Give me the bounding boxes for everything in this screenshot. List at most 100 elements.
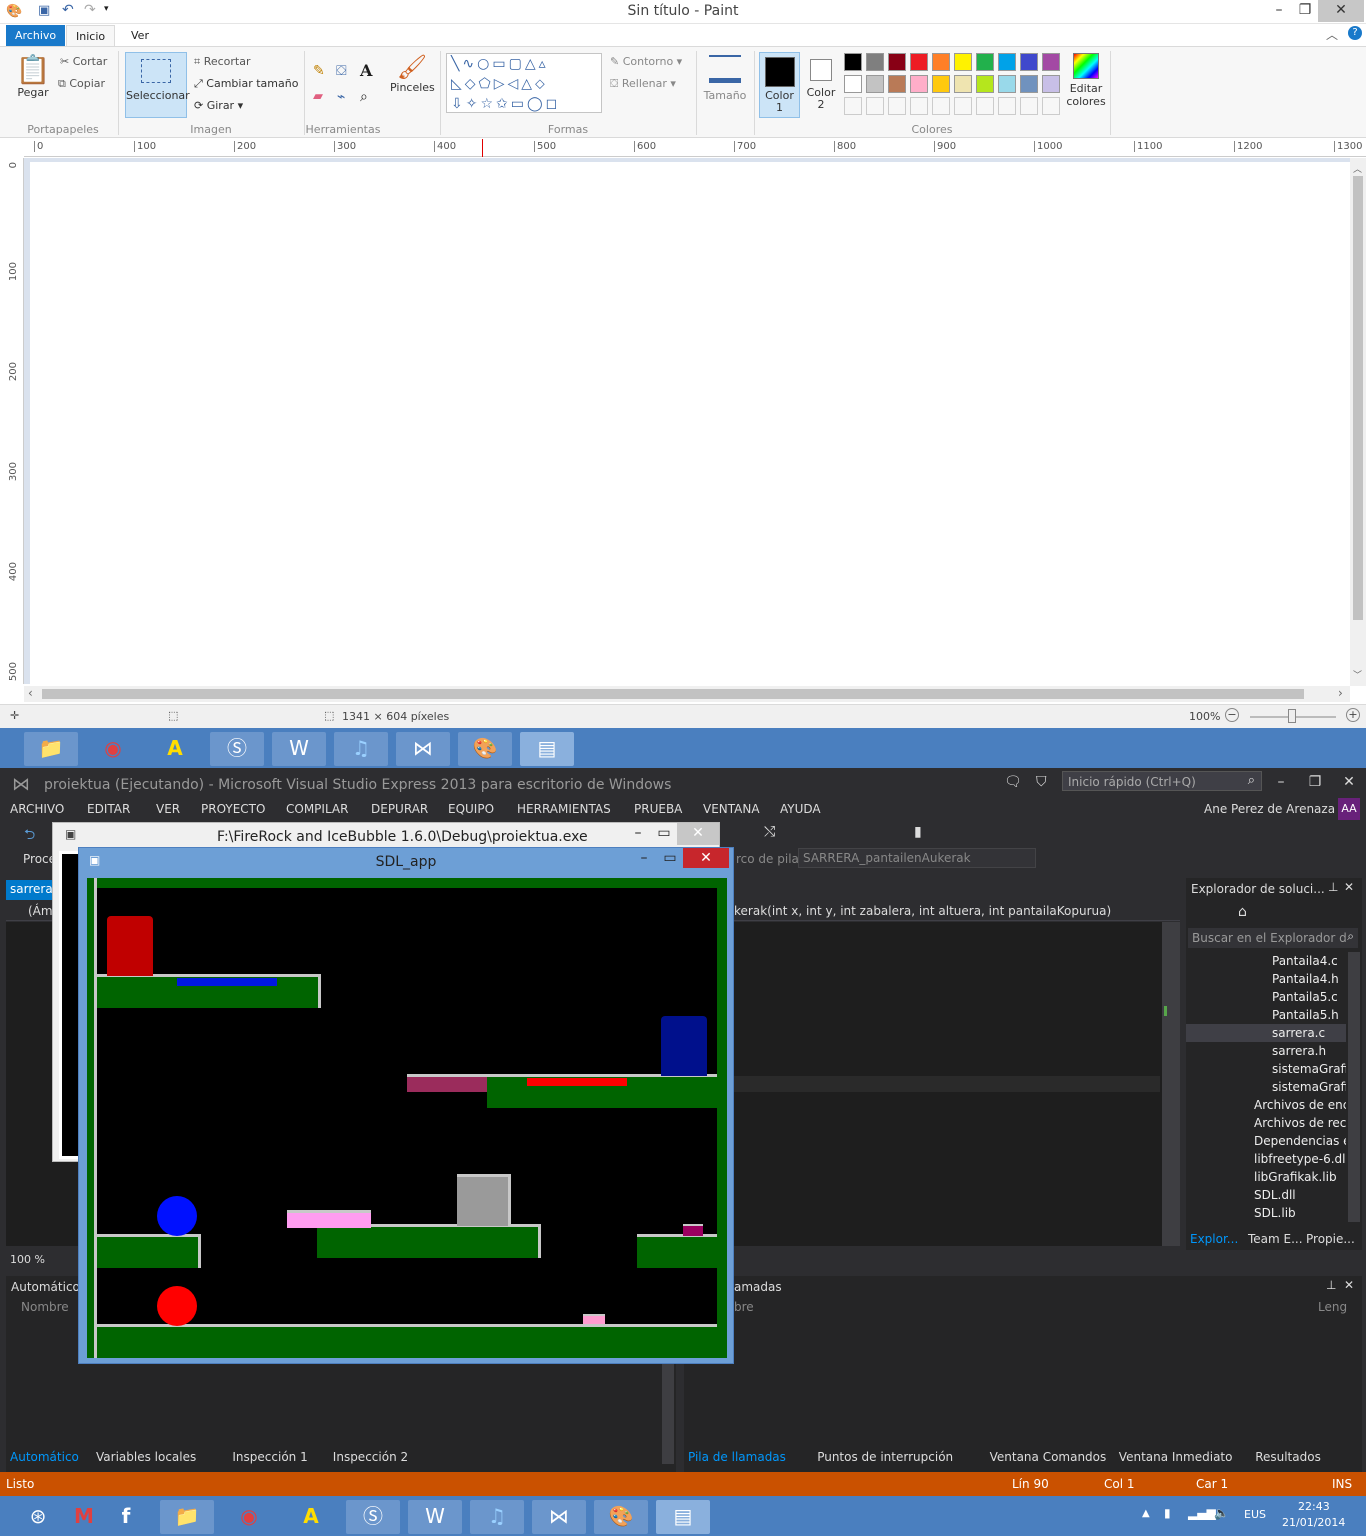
tree-item[interactable]: Pantaila5.c: [1186, 988, 1346, 1006]
paint-icon[interactable]: 🎨: [458, 732, 512, 766]
zoom-slider-thumb[interactable]: [1288, 709, 1296, 723]
solution-tab[interactable]: Team E...: [1248, 1232, 1303, 1246]
color-picker-icon[interactable]: ⌁: [337, 89, 345, 105]
tree-item[interactable]: sarrera.h: [1186, 1042, 1346, 1060]
show-hidden-icons[interactable]: ▲: [1142, 1508, 1150, 1519]
solution-tab[interactable]: Propie...: [1306, 1232, 1355, 1246]
stack-frame-dropdown[interactable]: SARRERA_pantailenAukerak: [798, 848, 1036, 868]
tree-item[interactable]: sistemaGrafik: [1186, 1078, 1346, 1096]
ribbon-collapse-icon[interactable]: ︿: [1326, 26, 1338, 43]
panel-tab[interactable]: Automático: [10, 1450, 79, 1464]
color2-button[interactable]: Color 2: [803, 52, 839, 118]
vs-close-button[interactable]: ✕: [1334, 772, 1364, 794]
chrome-icon[interactable]: ◉: [222, 1500, 276, 1534]
palette-swatch[interactable]: [1042, 75, 1060, 93]
menu-item[interactable]: COMPILAR: [286, 802, 348, 816]
palette-swatch[interactable]: [910, 75, 928, 93]
tree-item[interactable]: Archivos de enca: [1186, 1096, 1346, 1114]
empty-swatch[interactable]: [888, 97, 906, 115]
visual-studio-icon[interactable]: ⋈: [532, 1500, 586, 1534]
feedback-icon[interactable]: 🗨: [1004, 774, 1022, 790]
panel-tab[interactable]: Inspección 1: [232, 1450, 307, 1464]
palette-swatch[interactable]: [932, 75, 950, 93]
palette-swatch[interactable]: [998, 75, 1016, 93]
sdl-maximize-button[interactable]: ▭: [655, 848, 685, 870]
chrome-icon[interactable]: ◉: [86, 732, 140, 766]
menu-item[interactable]: DEPURAR: [371, 802, 428, 816]
size-button[interactable]: Tamaño: [702, 55, 748, 102]
panel-tab[interactable]: Variables locales: [96, 1450, 196, 1464]
menu-item[interactable]: AYUDA: [780, 802, 821, 816]
function-dropdown[interactable]: kerak(int x, int y, int zabalera, int al…: [734, 904, 1111, 918]
gmail-icon[interactable]: M: [64, 1500, 104, 1534]
empty-swatch[interactable]: [976, 97, 994, 115]
solution-tab[interactable]: Explor...: [1190, 1232, 1238, 1246]
home-icon[interactable]: ⌂: [1238, 904, 1247, 920]
menu-item[interactable]: VENTANA: [703, 802, 760, 816]
brushes-button[interactable]: 🖌 Pinceles: [390, 53, 435, 94]
power-icon[interactable]: ▮: [1164, 1506, 1171, 1520]
palette-swatch[interactable]: [866, 53, 884, 71]
itunes-icon[interactable]: ♫: [470, 1500, 524, 1534]
palette-swatch[interactable]: [976, 75, 994, 93]
palette-swatch[interactable]: [932, 53, 950, 71]
volume-icon[interactable]: 🔈: [1214, 1506, 1229, 1520]
filter-icon[interactable]: ⛉: [1036, 774, 1047, 790]
palette-swatch[interactable]: [910, 53, 928, 71]
tree-item[interactable]: sarrera.c: [1186, 1024, 1346, 1042]
solution-search-input[interactable]: Buscar en el Explorador d ⌕: [1188, 928, 1358, 948]
scroll-left-icon[interactable]: ‹: [28, 686, 33, 700]
palette-swatch[interactable]: [844, 53, 862, 71]
scroll-down-icon[interactable]: ﹀: [1353, 668, 1362, 681]
palette-swatch[interactable]: [1042, 53, 1060, 71]
close-button[interactable]: ✕: [1318, 0, 1364, 22]
file-explorer-icon[interactable]: 📁: [160, 1500, 214, 1534]
outline-button[interactable]: ✎ Contorno ▾: [610, 55, 682, 68]
horizontal-scrollbar[interactable]: ‹ ›: [24, 686, 1350, 702]
palette-swatch[interactable]: [976, 53, 994, 71]
clock-time[interactable]: 22:43: [1298, 1500, 1330, 1513]
copy-button[interactable]: ⧉ Copiar: [58, 77, 105, 91]
fill-icon[interactable]: ⛋: [336, 63, 347, 79]
tree-item[interactable]: sistemaGrafik: [1186, 1060, 1346, 1078]
empty-swatch[interactable]: [998, 97, 1016, 115]
bookmark-icon[interactable]: ▮: [914, 824, 922, 840]
scroll-up-icon[interactable]: ︿: [1353, 162, 1363, 175]
tree-item[interactable]: SDL.dll: [1186, 1186, 1346, 1204]
console-icon[interactable]: ▤: [656, 1500, 710, 1534]
palette-swatch[interactable]: [954, 53, 972, 71]
console-close-button[interactable]: ✕: [677, 823, 719, 845]
tree-item[interactable]: Archivos de recu: [1186, 1114, 1346, 1132]
word-icon[interactable]: W: [408, 1500, 462, 1534]
rotate-button[interactable]: ⟳ Girar ▾: [194, 99, 243, 112]
fill-button[interactable]: ⛋ Rellenar ▾: [610, 77, 676, 91]
empty-swatch[interactable]: [866, 97, 884, 115]
empty-swatch[interactable]: [1020, 97, 1038, 115]
skype-icon[interactable]: Ⓢ: [210, 732, 264, 766]
editor-zoom[interactable]: 100 %: [10, 1253, 45, 1266]
clock-date[interactable]: 21/01/2014: [1282, 1516, 1345, 1529]
cut-button[interactable]: ✂ Cortar: [60, 55, 107, 68]
empty-swatch[interactable]: [910, 97, 928, 115]
crop-button[interactable]: ⌗ Recortar: [194, 55, 251, 69]
app-a-icon[interactable]: A: [148, 732, 202, 766]
close-panel-icon[interactable]: ✕: [1344, 880, 1354, 894]
panel-tab[interactable]: Ventana Comandos: [990, 1450, 1107, 1464]
quick-launch-input[interactable]: Inicio rápido (Ctrl+Q) ⌕: [1062, 771, 1262, 791]
palette-swatch[interactable]: [888, 53, 906, 71]
panel-tab[interactable]: Inspección 2: [333, 1450, 408, 1464]
eraser-icon[interactable]: ▰: [313, 89, 323, 104]
debug-step-icon[interactable]: ⤭: [764, 824, 775, 840]
pencil-icon[interactable]: ✎: [313, 63, 325, 79]
tree-item[interactable]: Pantaila4.c: [1186, 952, 1346, 970]
menu-item[interactable]: PRUEBA: [634, 802, 682, 816]
user-avatar[interactable]: AA: [1338, 798, 1360, 820]
palette-swatch[interactable]: [954, 75, 972, 93]
zoom-in-icon[interactable]: +: [1346, 708, 1360, 722]
language-indicator[interactable]: EUS: [1244, 1508, 1266, 1521]
maximize-button[interactable]: ❐: [1290, 0, 1320, 22]
paint-icon[interactable]: 🎨: [594, 1500, 648, 1534]
scope-dropdown[interactable]: (Ám: [28, 904, 53, 918]
zoom-out-icon[interactable]: −: [1225, 708, 1239, 722]
menu-item[interactable]: ARCHIVO: [10, 802, 64, 816]
